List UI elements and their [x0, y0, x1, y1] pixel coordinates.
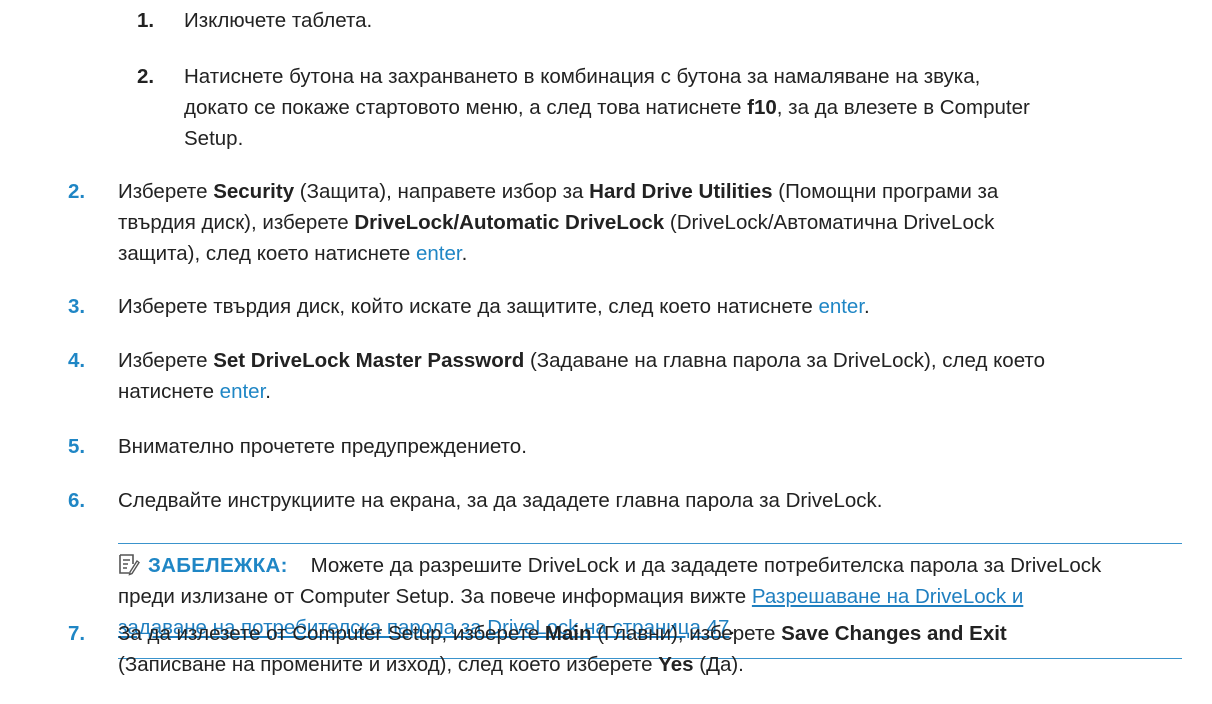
- step-4-number: 4.: [68, 349, 86, 372]
- key-enter: enter: [818, 295, 865, 318]
- key-enter: enter: [219, 380, 266, 403]
- note-line-1: ЗАБЕЛЕЖКА: Можете да разрешите DriveLock…: [148, 554, 1102, 577]
- note-label: ЗАБЕЛЕЖКА:: [148, 554, 288, 577]
- step-6-text: Следвайте инструкциите на екрана, за да …: [118, 489, 883, 512]
- step-7-number: 7.: [68, 622, 86, 645]
- step-3-number: 3.: [68, 295, 86, 318]
- step-5-number: 5.: [68, 435, 86, 458]
- step-4-text: Изберете Set DriveLock Master Password (…: [118, 349, 1045, 403]
- key-f10: f10: [747, 96, 777, 119]
- note-pencil-icon: [118, 552, 140, 576]
- key-enter: enter: [415, 242, 462, 265]
- substep-1-text: Изключете таблета.: [184, 9, 373, 32]
- step-6-number: 6.: [68, 489, 86, 512]
- substep-2-number: 2.: [137, 65, 155, 88]
- step-3-text: Изберете твърдия диск, който искате да з…: [118, 295, 870, 318]
- substep-1-number: 1.: [137, 9, 155, 32]
- step-2-number: 2.: [68, 180, 86, 203]
- step-7-text: За да излезете от Computer Setup, избере…: [118, 622, 1007, 676]
- substep-2-text: Натиснете бутона на захранването в комби…: [184, 65, 1030, 150]
- step-5-text: Внимателно прочетете предупреждението.: [118, 435, 527, 458]
- step-2-text: Изберете Security (Защита), направете из…: [118, 180, 999, 265]
